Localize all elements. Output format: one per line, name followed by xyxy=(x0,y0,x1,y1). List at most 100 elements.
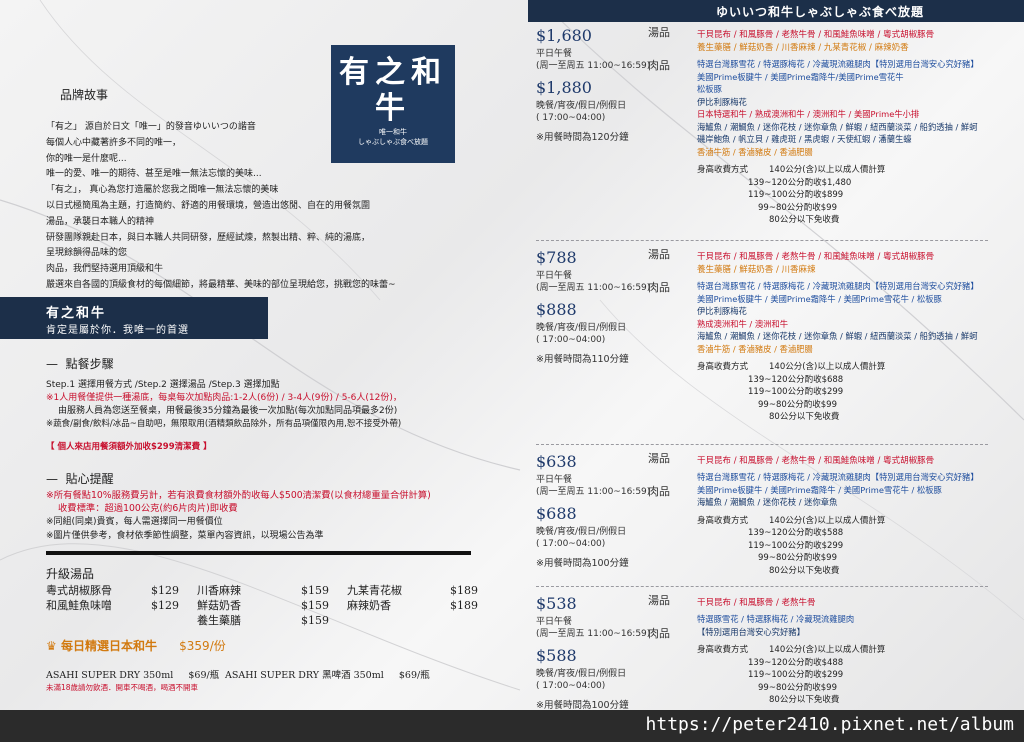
plan-separator xyxy=(536,240,988,242)
meat-label: 肉品 xyxy=(648,59,670,72)
soup-name: 養生藥膳 xyxy=(197,614,241,627)
meat-line: 伊比利豚梅花 xyxy=(697,96,747,107)
beer-1-name: ASAHI SUPER DRY 350ml xyxy=(46,670,174,681)
steps-line2: ※1人用餐僅提供一種湯底，每桌每次加點肉品:1-2人(6份) / 3-4人(9份… xyxy=(46,393,402,403)
soup-list: 干貝昆布 / 和風豚骨 / 老熬牛骨 xyxy=(697,598,816,608)
plan-separator xyxy=(536,586,988,588)
fee-line: 139~120公分酌收$1,480 xyxy=(748,177,852,188)
fee-line: 139~120公分酌收$488 xyxy=(748,657,844,668)
story-line: 呈現餘韻得品味的您 xyxy=(46,248,128,259)
banner-title: ゆいいつ和牛しゃぶしゃぶ食べ放題 xyxy=(715,5,924,19)
fee-line: 140公分(含)以上以成人價計算 xyxy=(769,515,886,526)
fee-line: 80公分以下免收費 xyxy=(769,695,840,705)
steps-line3-text: 由服務人員為您送至餐桌，用餐最後35分鐘為最後一次加點(每次加點同品項最多2份) xyxy=(58,406,398,416)
meat-line: 香滷牛筋 / 香滷豬皮 / 香滷肥腸 xyxy=(697,146,813,157)
story-line: 「有之」， 真心為您打造屬於您我之間唯一無法忘懷的美味 xyxy=(46,185,279,196)
fee-title: 身高收費方式 xyxy=(697,165,749,175)
fee-line: 139~120公分酌收$588 xyxy=(748,528,844,538)
meat-line: 美國Prime板腱牛 / 美國Prime霜降牛 / 美國Prime雪花牛 / 松… xyxy=(697,293,942,304)
story-line: 你的唯一是什麼呢... xyxy=(46,153,127,164)
soup-name xyxy=(46,613,151,628)
soup-price: $189 xyxy=(450,584,478,597)
soup-name: 九某青花椒 xyxy=(347,584,402,597)
meat-line: 特選豚雪花 / 特選豚梅花 / 冷藏現流雞腿肉 xyxy=(697,614,855,624)
soup-name: 鮮菇奶香 xyxy=(197,599,241,612)
fee-line: 139~120公分酌收$688 xyxy=(748,374,844,385)
beer-1: ASAHI SUPER DRY 350ml $69/瓶 xyxy=(46,667,219,681)
lunch-price: $638 xyxy=(536,452,577,471)
fee-line: 80公分以下免收費 xyxy=(769,412,840,422)
meat-line: 海鱸魚 / 潮鯛魚 / 迷你花枝 / 迷你章魚 xyxy=(697,497,838,507)
fee-line: 80公分以下免收費 xyxy=(769,215,840,225)
wagyu-promo: ♛ 每日精選日本和牛 $359/份 xyxy=(46,637,226,654)
story-line: 以日式極簡風為主題，打造簡約、舒適的用餐環境，營造出悠閒、自在的用餐氛圍 xyxy=(46,200,371,211)
fee-line: 119~100公分酌收$299 xyxy=(748,540,844,551)
dinner-price: $888 xyxy=(536,300,577,319)
soup-list: 干貝昆布 / 和風豚骨 / 老熬牛骨 / 和風鮭魚味噌 / 粵式胡椒豚骨 xyxy=(697,252,935,262)
story-line: 湯品，承襲日本職人的精神 xyxy=(46,216,155,227)
time-limit: ※用餐時間為100分鐘 xyxy=(536,558,629,569)
meat-line: 熟成澳洲和牛 / 澳洲和牛 xyxy=(697,318,789,329)
meat-line: 特選台灣豚雪花 / 特選豚梅花 / 冷藏現流雞腿肉【特別選用台灣安心究好豬】 xyxy=(697,281,979,291)
dinner-time: ( 17:00~04:00) xyxy=(536,113,606,123)
dinner-time: ( 17:00~04:00) xyxy=(536,335,606,345)
steps-line1: Step.1 選擇用餐方式 /Step.2 選擇湯品 /Step.3 選擇加點 xyxy=(46,380,280,390)
upgrade-row: 養生藥膳 $159 xyxy=(46,613,496,628)
soup-price: $129 xyxy=(151,584,179,597)
soup-label: 湯品 xyxy=(648,452,670,465)
meat-line: 特選台灣豚雪花 / 特選豚梅花 / 冷藏現流雞腿肉【特別選用台灣安心究好豬】 xyxy=(697,59,979,69)
tips-heading: — 貼心提醒 xyxy=(46,472,114,486)
soup-price xyxy=(450,613,496,628)
soup-name: 和風鮭魚味噌 xyxy=(46,599,112,612)
lunch-time: (周一至周五 11:00~16:59) xyxy=(536,629,651,639)
watermark-url: https://peter2410.pixnet.net/album xyxy=(645,714,1014,735)
lunch-label: 平日午餐 xyxy=(536,49,573,59)
fee-title: 身高收費方式 xyxy=(697,362,749,372)
section-divider xyxy=(46,551,471,555)
story-line: 嚴選來自各國的頂級食材的每個細節，將最精華、美味的部位呈現給您，挑戰您的味蕾~ xyxy=(46,279,396,290)
wagyu-label: 每日精選日本和牛 xyxy=(60,639,157,653)
upgrade-table: 粵式胡椒豚骨 $129 川香麻辣 $159 九某青花椒 $189 和風鮭魚味噌 $129 鮮菇奶… xyxy=(46,583,496,628)
soup-list: 干貝昆布 / 和風豚骨 / 老熬牛骨 / 和風鮭魚味噌 / 粵式胡椒豚骨 xyxy=(697,30,935,40)
fee-line: 99~80公分酌收$99 xyxy=(758,553,837,563)
lunch-price: $1,680 xyxy=(536,26,592,45)
tips-line2: 收費標準：超過100公克(約6片肉片)即收費 xyxy=(58,503,238,514)
fee-title: 身高收費方式 xyxy=(697,645,749,655)
meat-label: 肉品 xyxy=(648,485,670,498)
tips-line3: ※同組(同桌)貴賓，每人需選擇同一用餐價位 xyxy=(46,517,223,527)
meat-line: 特選台灣豚雪花 / 特選豚梅花 / 冷藏現流雞腿肉【特別選用台灣安心究好豬】 xyxy=(697,472,979,482)
soup-price xyxy=(151,613,197,628)
lunch-label: 平日午餐 xyxy=(536,475,573,485)
dinner-label: 晚餐/宵夜/假日/例假日 xyxy=(536,669,627,679)
fee-line: 99~80公分酌收$99 xyxy=(758,399,837,410)
lunch-label: 平日午餐 xyxy=(536,617,573,627)
fee-line: 119~100公分酌收$299 xyxy=(748,387,844,397)
dinner-label: 晚餐/宵夜/假日/例假日 xyxy=(536,101,627,111)
meat-line: 磯岸鮑魚 / 帆立貝 / 雞虎斑 / 黑虎蝦 / 天使紅蝦 / 潘蘭生蠔 xyxy=(697,134,912,144)
fee-line: 140公分(含)以上以成人價計算 xyxy=(769,362,886,372)
steps-heading: — 點餐步驟 xyxy=(46,357,114,371)
soup-label: 湯品 xyxy=(648,26,670,39)
fee-title: 身高收費方式 xyxy=(697,515,749,526)
story-line: 肉品，我們堅持選用頂級和牛 xyxy=(46,264,164,275)
story-line: 每個人心中藏著許多不同的唯一， xyxy=(46,137,182,148)
beer-2-price: $69/瓶 xyxy=(398,670,430,681)
soup-label: 湯品 xyxy=(648,248,670,261)
lunch-label: 平日午餐 xyxy=(536,271,573,281)
logo-name: 有之和牛 xyxy=(339,55,447,126)
meat-line: 香滷牛筋 / 香滷豬皮 / 香滷肥腸 xyxy=(697,343,813,354)
steps-line4: ※蔬食/副食/飲料/冰品~自助吧，無限取用(酒精類飲品除外，所有品項僅限內用,恕… xyxy=(46,419,402,429)
meat-line: 【特別選用台灣安心究好豬】 xyxy=(697,626,805,637)
meat-line: 海鱸魚 / 潮鯛魚 / 迷你花枝 / 迷你章魚 / 鮮蝦 / 紐西蘭淡菜 / 船… xyxy=(697,331,978,341)
fee-line: 140公分(含)以上以成人價計算 xyxy=(769,165,886,175)
tips-heading-text: 貼心提醒 xyxy=(65,472,114,486)
upgrade-row: 和風鮭魚味噌 $129 鮮菇奶香 $159 麻辣奶香 $189 xyxy=(46,598,496,613)
steps-line3: 由服務人員為您送至餐桌，用餐最後35分鐘為最後一次加點(每次加點同品項最多2份) xyxy=(58,405,397,418)
meat-line: 美國Prime板腱牛 / 美國Prime霜降牛 / 美國Prime雪花牛 / 松… xyxy=(697,484,942,495)
meat-line: 伊比利豚梅花 xyxy=(697,306,747,316)
meat-line: 海鱸魚 / 潮鯛魚 / 迷你花枝 / 迷你章魚 / 鮮蝦 / 紐西蘭淡菜 / 船… xyxy=(697,121,978,132)
meat-label: 肉品 xyxy=(648,627,670,640)
upgrade-heading: 升級湯品 xyxy=(46,567,95,581)
tips-line4: ※圖片僅供參考，食材依季節性調整，菜單內容資訊，以現場公告為準 xyxy=(46,531,324,541)
plan-separator xyxy=(536,444,988,446)
